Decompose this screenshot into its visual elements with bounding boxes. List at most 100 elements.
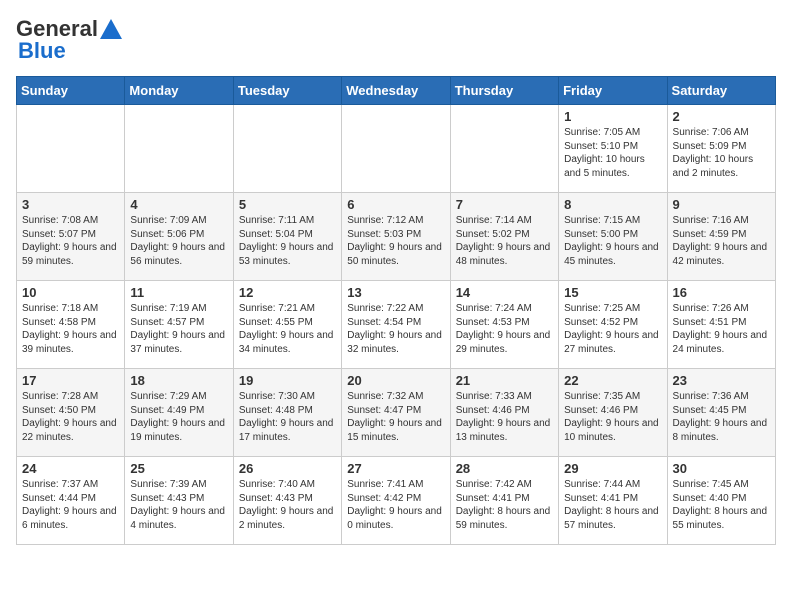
weekday-header-friday: Friday xyxy=(559,77,667,105)
calendar-cell: 22 Sunrise: 7:35 AMSunset: 4:46 PMDayligh… xyxy=(559,369,667,457)
weekday-header-tuesday: Tuesday xyxy=(233,77,341,105)
day-number: 2 xyxy=(673,109,770,124)
weekday-header-thursday: Thursday xyxy=(450,77,558,105)
calendar-cell: 24 Sunrise: 7:37 AMSunset: 4:44 PMDayligh… xyxy=(17,457,125,545)
day-info: Sunrise: 7:32 AMSunset: 4:47 PMDaylight:… xyxy=(347,390,444,444)
day-info: Sunrise: 7:12 AMSunset: 5:03 PMDaylight:… xyxy=(347,214,444,268)
day-number: 3 xyxy=(22,197,119,212)
day-info: Sunrise: 7:22 AMSunset: 4:54 PMDaylight:… xyxy=(347,302,444,356)
weekday-header-sunday: Sunday xyxy=(17,77,125,105)
day-number: 16 xyxy=(673,285,770,300)
day-info: Sunrise: 7:40 AMSunset: 4:43 PMDaylight:… xyxy=(239,478,336,532)
calendar-cell: 7 Sunrise: 7:14 AMSunset: 5:02 PMDaylight… xyxy=(450,193,558,281)
day-number: 15 xyxy=(564,285,661,300)
day-number: 14 xyxy=(456,285,553,300)
day-info: Sunrise: 7:25 AMSunset: 4:52 PMDaylight:… xyxy=(564,302,661,356)
calendar-cell: 25 Sunrise: 7:39 AMSunset: 4:43 PMDayligh… xyxy=(125,457,233,545)
day-info: Sunrise: 7:19 AMSunset: 4:57 PMDaylight:… xyxy=(130,302,227,356)
day-number: 7 xyxy=(456,197,553,212)
calendar-cell xyxy=(450,105,558,193)
day-info: Sunrise: 7:35 AMSunset: 4:46 PMDaylight:… xyxy=(564,390,661,444)
calendar-cell: 18 Sunrise: 7:29 AMSunset: 4:49 PMDayligh… xyxy=(125,369,233,457)
calendar-cell xyxy=(125,105,233,193)
day-info: Sunrise: 7:11 AMSunset: 5:04 PMDaylight:… xyxy=(239,214,336,268)
day-info: Sunrise: 7:37 AMSunset: 4:44 PMDaylight:… xyxy=(22,478,119,532)
calendar-cell: 11Sunrise: 7:19 AMSunset: 4:57 PMDayligh… xyxy=(125,281,233,369)
calendar-cell: 26 Sunrise: 7:40 AMSunset: 4:43 PMDayligh… xyxy=(233,457,341,545)
day-number: 25 xyxy=(130,461,227,476)
day-info: Sunrise: 7:21 AMSunset: 4:55 PMDaylight:… xyxy=(239,302,336,356)
calendar-cell: 19 Sunrise: 7:30 AMSunset: 4:48 PMDayligh… xyxy=(233,369,341,457)
day-number: 18 xyxy=(130,373,227,388)
day-number: 24 xyxy=(22,461,119,476)
day-number: 21 xyxy=(456,373,553,388)
day-number: 6 xyxy=(347,197,444,212)
day-info: Sunrise: 7:24 AMSunset: 4:53 PMDaylight:… xyxy=(456,302,553,356)
calendar-cell: 12 Sunrise: 7:21 AMSunset: 4:55 PMDayligh… xyxy=(233,281,341,369)
calendar-cell xyxy=(342,105,450,193)
day-number: 12 xyxy=(239,285,336,300)
day-info: Sunrise: 7:15 AMSunset: 5:00 PMDaylight:… xyxy=(564,214,661,268)
day-number: 26 xyxy=(239,461,336,476)
day-info: Sunrise: 7:26 AMSunset: 4:51 PMDaylight:… xyxy=(673,302,770,356)
day-info: Sunrise: 7:18 AMSunset: 4:58 PMDaylight:… xyxy=(22,302,119,356)
calendar-table: SundayMondayTuesdayWednesdayThursdayFrid… xyxy=(16,76,776,545)
day-info: Sunrise: 7:28 AMSunset: 4:50 PMDaylight:… xyxy=(22,390,119,444)
calendar-cell: 2 Sunrise: 7:06 AMSunset: 5:09 PMDaylight… xyxy=(667,105,775,193)
day-number: 1 xyxy=(564,109,661,124)
day-info: Sunrise: 7:36 AMSunset: 4:45 PMDaylight:… xyxy=(673,390,770,444)
calendar-cell: 10Sunrise: 7:18 AMSunset: 4:58 PMDayligh… xyxy=(17,281,125,369)
weekday-header-monday: Monday xyxy=(125,77,233,105)
day-info: Sunrise: 7:14 AMSunset: 5:02 PMDaylight:… xyxy=(456,214,553,268)
calendar-cell: 5 Sunrise: 7:11 AMSunset: 5:04 PMDaylight… xyxy=(233,193,341,281)
day-number: 9 xyxy=(673,197,770,212)
logo-blue-text: Blue xyxy=(18,38,66,64)
calendar-cell: 30 Sunrise: 7:45 AMSunset: 4:40 PMDayligh… xyxy=(667,457,775,545)
day-number: 8 xyxy=(564,197,661,212)
day-number: 17 xyxy=(22,373,119,388)
day-number: 23 xyxy=(673,373,770,388)
page-header: General Blue xyxy=(16,16,776,64)
day-number: 30 xyxy=(673,461,770,476)
day-info: Sunrise: 7:09 AMSunset: 5:06 PMDaylight:… xyxy=(130,214,227,268)
weekday-header-wednesday: Wednesday xyxy=(342,77,450,105)
day-number: 19 xyxy=(239,373,336,388)
day-number: 5 xyxy=(239,197,336,212)
calendar-cell: 15 Sunrise: 7:25 AMSunset: 4:52 PMDayligh… xyxy=(559,281,667,369)
logo-icon xyxy=(100,19,122,39)
weekday-header-saturday: Saturday xyxy=(667,77,775,105)
day-info: Sunrise: 7:29 AMSunset: 4:49 PMDaylight:… xyxy=(130,390,227,444)
calendar-cell: 16 Sunrise: 7:26 AMSunset: 4:51 PMDayligh… xyxy=(667,281,775,369)
calendar-cell: 23 Sunrise: 7:36 AMSunset: 4:45 PMDayligh… xyxy=(667,369,775,457)
day-number: 29 xyxy=(564,461,661,476)
calendar-cell xyxy=(233,105,341,193)
day-info: Sunrise: 7:06 AMSunset: 5:09 PMDaylight:… xyxy=(673,126,770,180)
day-info: Sunrise: 7:44 AMSunset: 4:41 PMDaylight:… xyxy=(564,478,661,532)
calendar-cell xyxy=(17,105,125,193)
calendar-cell: 20 Sunrise: 7:32 AMSunset: 4:47 PMDayligh… xyxy=(342,369,450,457)
day-info: Sunrise: 7:45 AMSunset: 4:40 PMDaylight:… xyxy=(673,478,770,532)
day-number: 28 xyxy=(456,461,553,476)
day-info: Sunrise: 7:16 AMSunset: 4:59 PMDaylight:… xyxy=(673,214,770,268)
calendar-cell: 8 Sunrise: 7:15 AMSunset: 5:00 PMDaylight… xyxy=(559,193,667,281)
calendar-cell: 14 Sunrise: 7:24 AMSunset: 4:53 PMDayligh… xyxy=(450,281,558,369)
calendar-cell: 21 Sunrise: 7:33 AMSunset: 4:46 PMDayligh… xyxy=(450,369,558,457)
day-info: Sunrise: 7:33 AMSunset: 4:46 PMDaylight:… xyxy=(456,390,553,444)
day-number: 20 xyxy=(347,373,444,388)
day-info: Sunrise: 7:41 AMSunset: 4:42 PMDaylight:… xyxy=(347,478,444,532)
calendar-cell: 1 Sunrise: 7:05 AMSunset: 5:10 PMDaylight… xyxy=(559,105,667,193)
day-info: Sunrise: 7:39 AMSunset: 4:43 PMDaylight:… xyxy=(130,478,227,532)
day-info: Sunrise: 7:05 AMSunset: 5:10 PMDaylight:… xyxy=(564,126,661,180)
calendar-cell: 29 Sunrise: 7:44 AMSunset: 4:41 PMDayligh… xyxy=(559,457,667,545)
calendar-cell: 4 Sunrise: 7:09 AMSunset: 5:06 PMDaylight… xyxy=(125,193,233,281)
calendar-cell: 17 Sunrise: 7:28 AMSunset: 4:50 PMDayligh… xyxy=(17,369,125,457)
calendar-cell: 6 Sunrise: 7:12 AMSunset: 5:03 PMDaylight… xyxy=(342,193,450,281)
calendar-cell: 13 Sunrise: 7:22 AMSunset: 4:54 PMDayligh… xyxy=(342,281,450,369)
calendar-cell: 3Sunrise: 7:08 AMSunset: 5:07 PMDaylight… xyxy=(17,193,125,281)
day-info: Sunrise: 7:30 AMSunset: 4:48 PMDaylight:… xyxy=(239,390,336,444)
day-info: Sunrise: 7:42 AMSunset: 4:41 PMDaylight:… xyxy=(456,478,553,532)
day-number: 22 xyxy=(564,373,661,388)
day-number: 4 xyxy=(130,197,227,212)
day-number: 13 xyxy=(347,285,444,300)
logo: General Blue xyxy=(16,16,122,64)
